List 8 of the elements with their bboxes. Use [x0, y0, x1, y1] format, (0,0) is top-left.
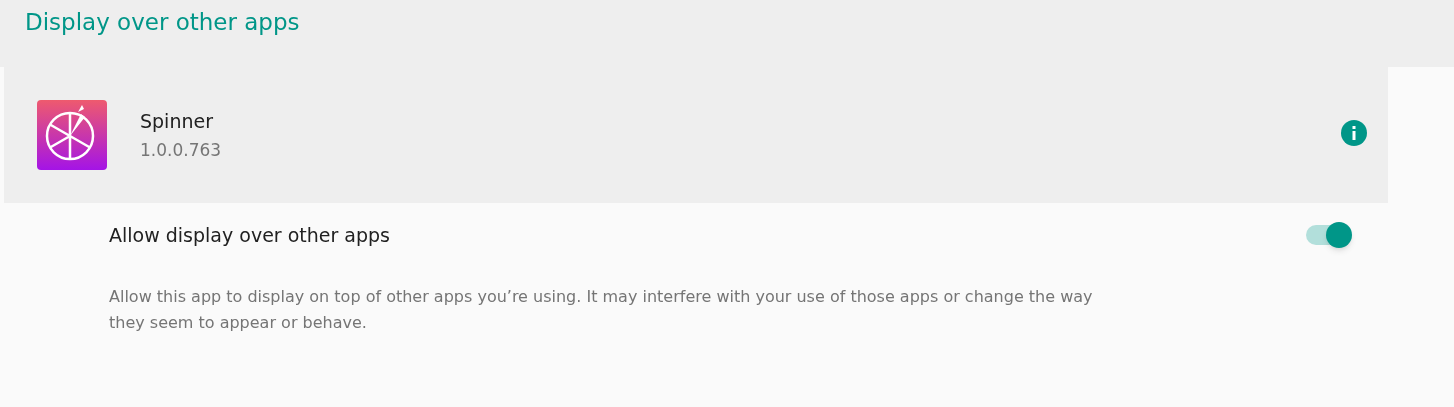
- setting-description: Allow this app to display on top of other apps you’re using. It may interfere with your use of those apps or change the way they seem to appear or behave.: [109, 285, 1094, 334]
- app-icon: [37, 100, 107, 170]
- setting-label: Allow display over other apps: [109, 223, 391, 248]
- toggle-switch[interactable]: [1306, 221, 1352, 250]
- page-title: Display over other apps: [25, 8, 300, 38]
- info-icon[interactable]: [1341, 120, 1367, 146]
- app-name: Spinner: [140, 109, 214, 133]
- app-version: 1.0.0.763: [140, 139, 222, 161]
